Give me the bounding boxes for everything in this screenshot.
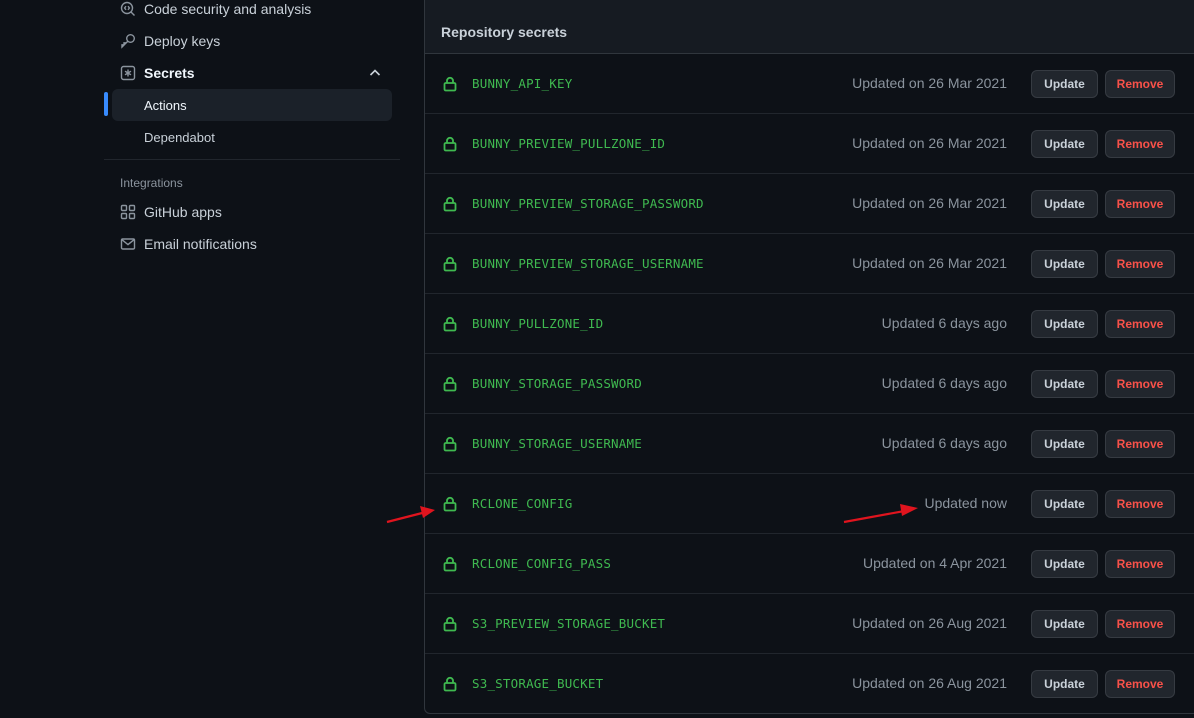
update-secret-button[interactable]: Update <box>1031 490 1098 518</box>
update-secret-button[interactable]: Update <box>1031 130 1098 158</box>
lock-icon <box>443 136 457 152</box>
remove-secret-button[interactable]: Remove <box>1105 610 1175 638</box>
secret-updated-time: Updated on 4 Apr 2021 <box>862 555 1007 571</box>
update-secret-button[interactable]: Update <box>1031 250 1098 278</box>
lock-icon <box>443 436 457 452</box>
secret-name: S3_PREVIEW_STORAGE_BUCKET <box>472 616 666 631</box>
chevron-up-icon[interactable] <box>368 66 382 80</box>
section-heading-integrations: Integrations <box>120 176 183 190</box>
remove-secret-button[interactable]: Remove <box>1105 310 1175 338</box>
secret-row: BUNNY_API_KEY Updated on 26 Mar 2021 Updat… <box>425 54 1194 114</box>
sidebar-subitem-label: Dependabot <box>144 129 215 145</box>
lock-icon <box>443 556 457 572</box>
secret-updated-time: Updated 6 days ago <box>881 435 1007 451</box>
repository-secrets-panel: Repository secrets BUNNY_API_KEY Updated … <box>424 0 1194 714</box>
update-secret-button[interactable]: Update <box>1031 190 1098 218</box>
lock-icon <box>443 316 457 332</box>
secret-row: RCLONE_CONFIG Updated now Update Remove <box>425 474 1194 534</box>
secret-updated-time: Updated on 26 Mar 2021 <box>852 255 1007 271</box>
secret-name: BUNNY_STORAGE_USERNAME <box>472 436 642 451</box>
sidebar-item-label: Secrets <box>144 65 195 81</box>
active-indicator <box>104 92 108 116</box>
secret-updated-time: Updated on 26 Aug 2021 <box>852 675 1007 691</box>
secret-name: BUNNY_PREVIEW_STORAGE_PASSWORD <box>472 196 704 211</box>
sidebar-item-github-apps[interactable]: GitHub apps <box>104 196 400 228</box>
remove-secret-button[interactable]: Remove <box>1105 190 1175 218</box>
remove-secret-button[interactable]: Remove <box>1105 130 1175 158</box>
lock-icon <box>443 496 457 512</box>
secrets-list: BUNNY_API_KEY Updated on 26 Mar 2021 Updat… <box>425 54 1194 714</box>
remove-secret-button[interactable]: Remove <box>1105 550 1175 578</box>
remove-secret-button[interactable]: Remove <box>1105 430 1175 458</box>
update-secret-button[interactable]: Update <box>1031 310 1098 338</box>
sidebar-subitem-dependabot[interactable]: Dependabot <box>112 121 392 153</box>
secret-row: RCLONE_CONFIG_PASS Updated on 4 Apr 2021 U… <box>425 534 1194 594</box>
sidebar-item-secrets[interactable]: Secrets <box>104 57 400 89</box>
update-secret-button[interactable]: Update <box>1031 430 1098 458</box>
secret-row: BUNNY_STORAGE_PASSWORD Updated 6 days ago… <box>425 354 1194 414</box>
secret-name: BUNNY_PREVIEW_PULLZONE_ID <box>472 136 666 151</box>
sidebar-item-deploy-keys[interactable]: Deploy keys <box>104 25 400 57</box>
secret-row: BUNNY_PREVIEW_STORAGE_USERNAME Updated on… <box>425 234 1194 294</box>
secret-row: BUNNY_PREVIEW_PULLZONE_ID Updated on 26 M… <box>425 114 1194 174</box>
lock-icon <box>443 76 457 92</box>
secret-name: S3_STORAGE_BUCKET <box>472 676 604 691</box>
secret-updated-time: Updated 6 days ago <box>881 315 1007 331</box>
remove-secret-button[interactable]: Remove <box>1105 370 1175 398</box>
lock-icon <box>443 676 457 692</box>
secret-updated-time: Updated on 26 Aug 2021 <box>852 615 1007 631</box>
lock-icon <box>443 616 457 632</box>
key-icon <box>120 33 136 49</box>
remove-secret-button[interactable]: Remove <box>1105 250 1175 278</box>
update-secret-button[interactable]: Update <box>1031 670 1098 698</box>
asterisk-icon <box>120 65 136 81</box>
secret-name: RCLONE_CONFIG <box>472 496 573 511</box>
sidebar-item-label: Deploy keys <box>144 33 221 49</box>
update-secret-button[interactable]: Update <box>1031 550 1098 578</box>
secret-name: BUNNY_API_KEY <box>472 76 573 91</box>
secret-updated-time: Updated on 26 Mar 2021 <box>852 135 1007 151</box>
lock-icon <box>443 376 457 392</box>
secret-updated-time: Updated on 26 Mar 2021 <box>852 195 1007 211</box>
sidebar-item-label: Email notifications <box>144 236 257 252</box>
secret-updated-time: Updated on 26 Mar 2021 <box>852 75 1007 91</box>
sidebar-item-label: GitHub apps <box>144 204 222 220</box>
secret-name: RCLONE_CONFIG_PASS <box>472 556 612 571</box>
sidebar-item-code-security[interactable]: Code security and analysis <box>104 0 400 25</box>
secret-row: BUNNY_STORAGE_USERNAME Updated 6 days ago… <box>425 414 1194 474</box>
update-secret-button[interactable]: Update <box>1031 70 1098 98</box>
panel-title: Repository secrets <box>425 0 1194 54</box>
sidebar-item-email-notifications[interactable]: Email notifications <box>104 228 400 260</box>
lock-icon <box>443 256 457 272</box>
secret-row: S3_PREVIEW_STORAGE_BUCKET Updated on 26 A… <box>425 594 1194 654</box>
codescan-icon <box>120 1 136 17</box>
settings-sidebar: Code security and analysis Deploy keys S… <box>104 0 400 260</box>
secret-updated-time: Updated now <box>924 495 1007 511</box>
sidebar-subitem-actions[interactable]: Actions <box>104 89 392 121</box>
secret-row: S3_STORAGE_BUCKET Updated on 26 Aug 2021 U… <box>425 654 1194 714</box>
remove-secret-button[interactable]: Remove <box>1105 490 1175 518</box>
secret-name: BUNNY_STORAGE_PASSWORD <box>472 376 642 391</box>
secret-row: BUNNY_PREVIEW_STORAGE_PASSWORD Updated on… <box>425 174 1194 234</box>
update-secret-button[interactable]: Update <box>1031 370 1098 398</box>
lock-icon <box>443 196 457 212</box>
settings-page: Code security and analysis Deploy keys S… <box>0 0 1194 718</box>
secret-row: BUNNY_PULLZONE_ID Updated 6 days ago Updat… <box>425 294 1194 354</box>
remove-secret-button[interactable]: Remove <box>1105 670 1175 698</box>
remove-secret-button[interactable]: Remove <box>1105 70 1175 98</box>
mail-icon <box>120 236 136 252</box>
apps-icon <box>120 204 136 220</box>
secret-updated-time: Updated 6 days ago <box>881 375 1007 391</box>
update-secret-button[interactable]: Update <box>1031 610 1098 638</box>
secret-name: BUNNY_PULLZONE_ID <box>472 316 604 331</box>
sidebar-subitem-label: Actions <box>144 97 187 113</box>
sidebar-item-label: Code security and analysis <box>144 1 312 17</box>
secret-name: BUNNY_PREVIEW_STORAGE_USERNAME <box>472 256 704 271</box>
